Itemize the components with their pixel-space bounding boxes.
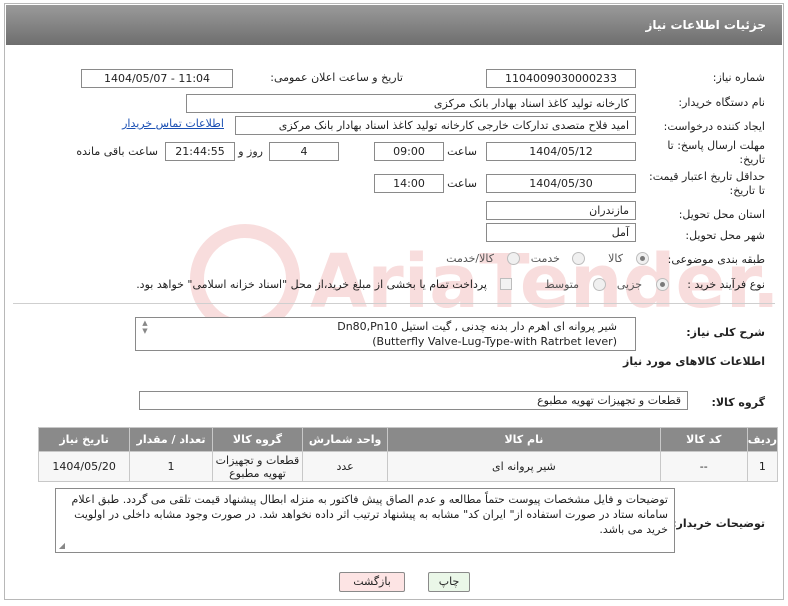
remaining-time-field: 21:44:55 bbox=[165, 142, 235, 161]
category-radio-goods-service[interactable] bbox=[507, 252, 520, 265]
category-label: طبقه بندی موضوعی: bbox=[667, 253, 765, 266]
announce-field: 1404/05/07 - 11:04 bbox=[81, 69, 233, 88]
goods-group-label: گروه کالا: bbox=[711, 396, 765, 409]
category-option-goods-service: کالا/خدمت bbox=[446, 252, 494, 265]
cell-code: -- bbox=[659, 451, 748, 482]
cell-date: 1404/05/20 bbox=[37, 451, 131, 482]
deadline-date-field: 1404/05/12 bbox=[486, 142, 636, 161]
validity-label-line1: حداقل تاریخ اعتبار قیمت: bbox=[649, 170, 765, 183]
table-row: 1 -- شیر پروانه ای عدد قطعات و تجهیزات ت… bbox=[37, 451, 779, 482]
process-label: نوع فرآیند خرید : bbox=[687, 278, 765, 291]
column-header: تاریخ نیاز bbox=[37, 427, 131, 452]
process-radio-minor[interactable] bbox=[656, 278, 669, 291]
category-option-service: خدمت bbox=[530, 252, 560, 265]
deadline-label-line1: مهلت ارسال پاسخ: تا bbox=[667, 139, 765, 152]
remaining-time-label: ساعت باقی مانده bbox=[76, 145, 158, 158]
description-line-1: شیر پروانه ای اهرم دار بدنه چدنی , گیت ا… bbox=[337, 320, 617, 333]
buyer-org-label: نام دستگاه خریدار: bbox=[678, 96, 765, 109]
need-details-panel: جزئیات اطلاعات نیاز AriaTender.neT شماره… bbox=[4, 3, 784, 600]
process-radio-medium[interactable] bbox=[593, 278, 606, 291]
cell-qty: 1 bbox=[129, 451, 213, 482]
remaining-days-label: روز و bbox=[238, 145, 263, 158]
category-option-goods: کالا bbox=[608, 252, 623, 265]
announce-label: تاریخ و ساعت اعلان عمومی: bbox=[270, 71, 403, 84]
requester-field: امید فلاح متصدی تدارکات خارجی کارخانه تو… bbox=[235, 116, 636, 135]
table-header-row: ردیف کد کالا نام کالا واحد شمارش گروه کا… bbox=[37, 427, 779, 452]
cell-group: قطعات و تجهیزات تهویه مطبوع bbox=[211, 451, 304, 482]
panel-title: جزئیات اطلاعات نیاز bbox=[6, 5, 782, 45]
print-button[interactable]: چاپ bbox=[428, 572, 470, 592]
category-radio-service[interactable] bbox=[572, 252, 585, 265]
remaining-days-field: 4 bbox=[269, 142, 339, 161]
treasury-note: پرداخت تمام یا بخشی از مبلغ خرید،از محل … bbox=[136, 278, 487, 291]
validity-time-label: ساعت bbox=[447, 177, 477, 190]
buyer-org-field: کارخانه تولید کاغذ اسناد بهادار بانک مرک… bbox=[186, 94, 636, 113]
description-label: شرح کلی نیاز: bbox=[686, 326, 765, 339]
buyer-notes-textarea[interactable]: توضیحات و فایل مشخصات پیوست حتماً مطالعه… bbox=[55, 488, 675, 553]
cell-index: 1 bbox=[746, 451, 779, 482]
buyer-contact-link[interactable]: اطلاعات تماس خریدار bbox=[122, 117, 224, 130]
goods-table: ردیف کد کالا نام کالا واحد شمارش گروه کا… bbox=[37, 427, 779, 482]
deadline-time-field: 09:00 bbox=[374, 142, 444, 161]
validity-time-field: 14:00 bbox=[374, 174, 444, 193]
column-header: تعداد / مقدار bbox=[129, 427, 213, 452]
treasury-checkbox[interactable] bbox=[500, 278, 512, 290]
city-label: شهر محل تحویل: bbox=[685, 229, 765, 242]
column-header: گروه کالا bbox=[211, 427, 304, 452]
province-field: مازندران bbox=[486, 201, 636, 220]
cell-name: شیر پروانه ای bbox=[387, 451, 661, 482]
category-radio-goods[interactable] bbox=[636, 252, 649, 265]
column-header: ردیف bbox=[746, 427, 779, 452]
deadline-time-label: ساعت bbox=[447, 145, 477, 158]
goods-section-title: اطلاعات کالاهای مورد نیاز bbox=[623, 355, 765, 368]
need-number-label: شماره نیاز: bbox=[712, 71, 765, 84]
buyer-notes-label: توضیحات خریدار: bbox=[672, 517, 765, 530]
column-header: واحد شمارش bbox=[302, 427, 389, 452]
description-textarea[interactable]: شیر پروانه ای اهرم دار بدنه چدنی , گیت ا… bbox=[135, 317, 636, 351]
city-field: آمل bbox=[486, 223, 636, 242]
description-line-2: (Butterfly Valve-Lug-Type-with Ratrbet l… bbox=[372, 335, 617, 348]
validity-label-line2: تا تاریخ: bbox=[729, 184, 765, 197]
goods-group-field: قطعات و تجهیزات تهویه مطبوع bbox=[139, 391, 688, 410]
province-label: استان محل تحویل: bbox=[678, 208, 765, 221]
requester-label: ایجاد کننده درخواست: bbox=[663, 120, 765, 133]
column-header: نام کالا bbox=[387, 427, 661, 452]
back-button[interactable]: بازگشت bbox=[339, 572, 405, 592]
process-option-medium: متوسط bbox=[544, 278, 579, 291]
deadline-label-line2: تاریخ: bbox=[739, 153, 765, 166]
need-number-field: 1104009030000233 bbox=[486, 69, 636, 88]
cell-unit: عدد bbox=[302, 451, 389, 482]
validity-date-field: 1404/05/30 bbox=[486, 174, 636, 193]
process-option-minor: جزیی bbox=[616, 278, 642, 291]
column-header: کد کالا bbox=[659, 427, 748, 452]
description-scroll-arrows[interactable]: ▲ ▼ bbox=[140, 319, 150, 335]
divider bbox=[13, 303, 775, 304]
resize-handle-icon[interactable]: ◢ bbox=[57, 542, 67, 550]
